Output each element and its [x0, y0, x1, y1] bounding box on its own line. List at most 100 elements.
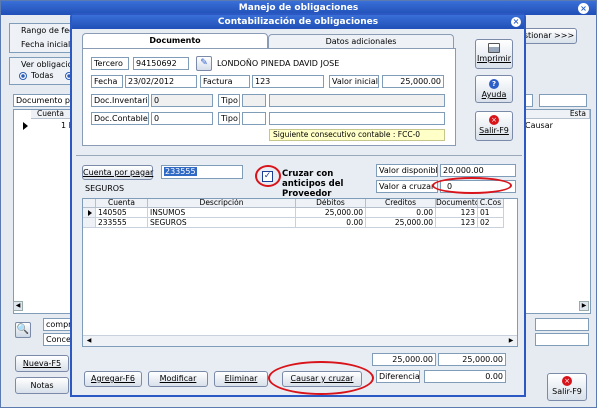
table-cell[interactable]: 0.00 — [296, 218, 366, 228]
tercero-field[interactable]: 94150692 — [133, 57, 189, 70]
nueva-label: Nueva-F5 — [22, 359, 62, 368]
doc-inventario-label: Doc.Inventario — [91, 94, 149, 107]
cuenta-por-pagar-label: Cuenta por pagar — [83, 168, 154, 177]
table-cell[interactable]: 0.00 — [366, 208, 436, 218]
printer-icon — [488, 43, 500, 53]
right-field-a[interactable] — [525, 94, 533, 107]
table-cell[interactable]: 01 — [478, 208, 504, 218]
grid-header-creditos: Creditos — [366, 199, 436, 208]
right-field-b[interactable] — [539, 94, 587, 107]
scroll-left-icon[interactable]: ◀ — [84, 336, 94, 345]
tipo-inv-desc — [269, 94, 445, 107]
modificar-label: Modificar — [159, 374, 197, 383]
grid-header-ccos: C.Cos — [478, 199, 504, 208]
notas-label: Notas — [30, 381, 54, 390]
table-cell[interactable]: 123 — [436, 218, 478, 228]
ver-label: Ver obligacio — [21, 60, 73, 69]
main-grid — [13, 109, 75, 314]
grid-header-debitos: Débitos — [296, 199, 366, 208]
cuenta-field-text: 233555 — [164, 167, 197, 176]
dialog-salir-label: Salir-F9 — [479, 126, 509, 135]
main-title: Manejo de obligaciones — [238, 3, 359, 13]
table-cell[interactable]: 123 — [436, 208, 478, 218]
table-cell[interactable]: 233555 — [96, 218, 148, 228]
main-salir-label: Salir-F9 — [552, 387, 582, 396]
imprimir-button[interactable]: Imprimir — [475, 39, 513, 69]
doc-contable-label: Doc.Contable — [91, 112, 149, 125]
right-scroll-right[interactable]: ▶ — [579, 301, 589, 311]
cuenta-por-pagar-button[interactable]: Cuenta por pagar — [82, 165, 153, 180]
tipo-inv-label: Tipo — [218, 94, 240, 107]
grid-header-corner — [83, 199, 96, 208]
grid-header-documento: Documento — [436, 199, 478, 208]
modificar-button[interactable]: Modificar — [148, 371, 208, 387]
valor-cruzar-highlight — [432, 177, 512, 194]
todas-radio[interactable] — [19, 72, 27, 80]
rango-label: Rango de fec — [21, 26, 74, 35]
right-field-d[interactable] — [535, 333, 589, 346]
table-cell[interactable]: SEGUROS — [148, 218, 296, 228]
total-creditos-field: 25,000.00 — [438, 353, 506, 366]
factura-label: Factura — [200, 75, 250, 88]
dialog-title-bar: Contabilización de obligaciones — [72, 15, 524, 29]
tipo-inv-field[interactable] — [242, 94, 266, 107]
gestionar-label: stionar >>> — [523, 31, 575, 40]
table-cell[interactable]: 140505 — [96, 208, 148, 218]
total-debitos-field: 25,000.00 — [372, 353, 436, 366]
main-scroll-left[interactable]: ◀ — [13, 301, 23, 311]
valor-cruzar-label: Valor a cruzar — [376, 180, 438, 193]
row-pointer-icon — [88, 210, 92, 216]
doc-inventario-field[interactable]: 0 — [151, 94, 213, 107]
dialog-title: Contabilización de obligaciones — [217, 17, 379, 27]
diferencia-label: Diferencia — [376, 370, 420, 383]
right-grid-header: Esta — [522, 110, 590, 119]
search-tercero-icon[interactable]: ✎ — [196, 56, 212, 71]
todas-label: Todas — [31, 71, 54, 80]
diferencia-field: 0.00 — [424, 370, 506, 383]
tab-documento[interactable]: Documento — [82, 33, 268, 49]
cuenta-field[interactable]: 233555 — [161, 165, 243, 179]
tipo-cont-label: Tipo — [218, 112, 240, 125]
table-row-pointer — [83, 218, 96, 228]
cruzar-checkbox[interactable]: ✓ — [262, 171, 273, 182]
ayuda-button[interactable]: ? Ayuda — [475, 75, 513, 103]
table-cell[interactable]: 25,000.00 — [296, 208, 366, 218]
dialog-salir-icon: × — [489, 115, 499, 125]
documento-pro-field[interactable]: Documento pro — [13, 94, 73, 107]
factura-field[interactable]: 123 — [252, 75, 324, 88]
right-grid — [521, 109, 591, 314]
main-salir-button[interactable]: × Salir-F9 — [547, 373, 587, 401]
zoom-icon[interactable]: 🔍 — [15, 322, 31, 338]
siguiente-consecutivo-note: Siguiente consecutivo contable : FCC-0 — [269, 129, 445, 141]
table-cell[interactable]: 02 — [478, 218, 504, 228]
fecha-inicial-label: Fecha inicial — [21, 40, 71, 49]
ayuda-label: Ayuda — [481, 90, 507, 99]
eliminar-button[interactable]: Eliminar — [214, 371, 268, 387]
notas-button[interactable]: Notas — [15, 377, 69, 394]
main-close-icon[interactable]: × — [578, 3, 589, 14]
tipo-cont-field[interactable] — [242, 112, 266, 125]
doc-contable-field[interactable]: 0 — [151, 112, 213, 125]
grid-header-cuenta: Cuenta — [96, 199, 148, 208]
scroll-right-icon[interactable]: ▶ — [506, 336, 516, 345]
agregar-button[interactable]: Agregar-F6 — [84, 371, 142, 387]
tab-datos-adicionales[interactable]: Datos adicionales — [268, 34, 454, 49]
table-cell[interactable]: INSUMOS — [148, 208, 296, 218]
gestionar-button[interactable]: stionar >>> — [521, 28, 577, 44]
grid-hscrollbar[interactable] — [83, 335, 517, 346]
tab-datos-label: Datos adicionales — [325, 37, 397, 46]
valor-inicial-field[interactable]: 25,000.00 — [382, 75, 444, 88]
eliminar-label: Eliminar — [224, 374, 258, 383]
dialog-salir-button[interactable]: × Salir-F9 — [475, 111, 513, 141]
valor-inicial-label: Valor inicial — [329, 75, 379, 88]
fecha-field[interactable]: 23/02/2012 — [125, 75, 197, 88]
right-field-c[interactable] — [535, 318, 589, 331]
table-row-pointer — [83, 208, 96, 218]
dialog-close-icon[interactable]: × — [511, 17, 521, 27]
nueva-button[interactable]: Nueva-F5 — [15, 355, 69, 372]
valor-disponible-field[interactable]: 20,000.00 — [440, 164, 516, 177]
agregar-label: Agregar-F6 — [91, 374, 135, 383]
valor-disponible-label: Valor disponible — [376, 164, 438, 177]
table-cell[interactable]: 25,000.00 — [366, 218, 436, 228]
tab-documento-label: Documento — [149, 36, 201, 45]
